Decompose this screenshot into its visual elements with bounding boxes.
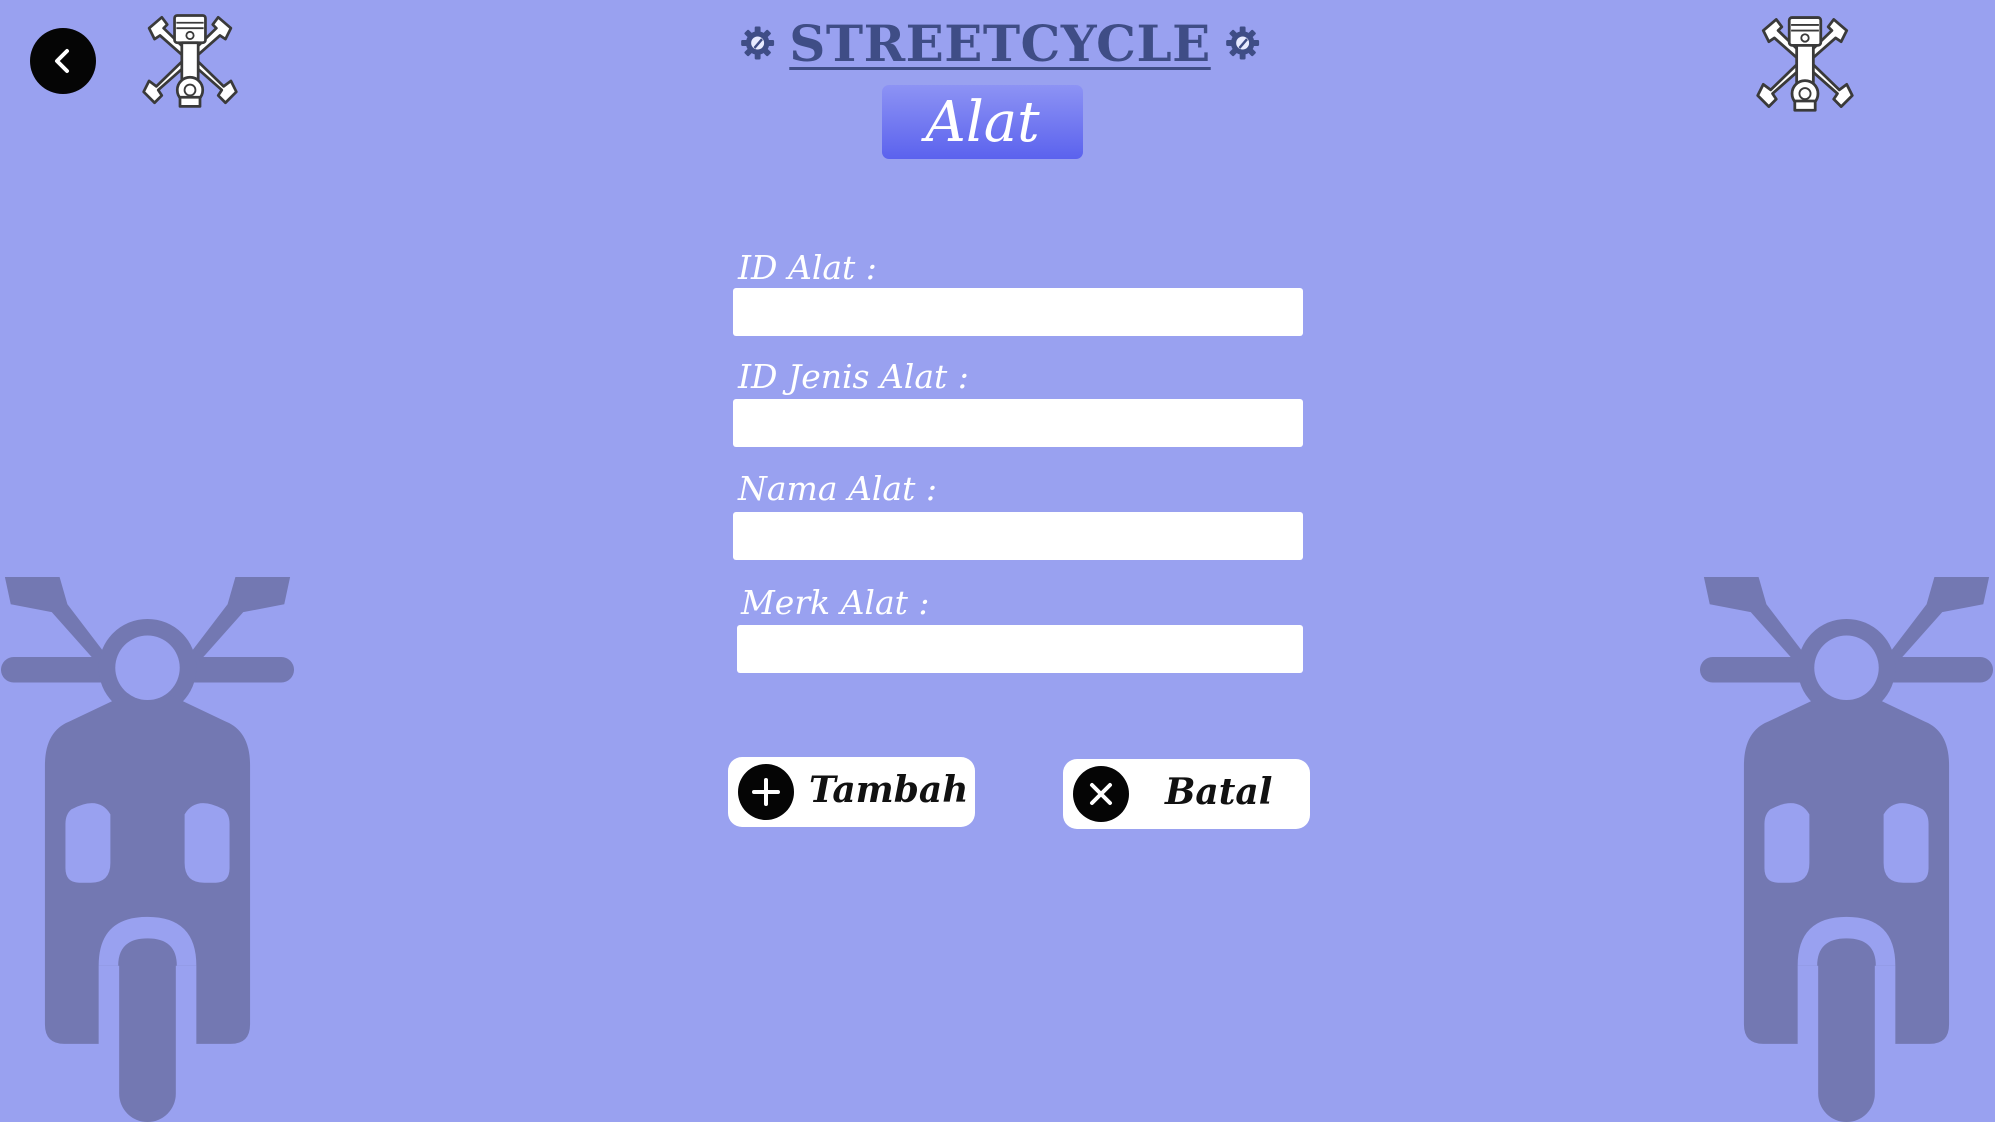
gear-icon xyxy=(740,15,775,71)
piston-wrench-icon xyxy=(135,10,245,110)
chevron-left-icon xyxy=(55,49,69,73)
plus-icon xyxy=(738,764,794,820)
add-button[interactable]: Tambah xyxy=(728,757,975,827)
brand-header: STREETCYCLE xyxy=(740,8,1260,78)
page-title-badge: Alat xyxy=(882,85,1083,159)
merk-alat-input[interactable] xyxy=(737,625,1303,673)
id-jenis-alat-label: ID Jenis Alat : xyxy=(738,357,969,396)
id-alat-input[interactable] xyxy=(733,288,1303,336)
scooter-icon xyxy=(1698,575,1995,1122)
id-jenis-alat-input[interactable] xyxy=(733,399,1303,447)
nama-alat-label: Nama Alat : xyxy=(738,469,937,508)
cancel-button[interactable]: Batal xyxy=(1063,759,1310,829)
scooter-icon xyxy=(0,575,295,1122)
id-alat-label: ID Alat : xyxy=(738,248,877,287)
gear-icon xyxy=(1225,15,1260,71)
nama-alat-input[interactable] xyxy=(733,512,1303,560)
back-button[interactable] xyxy=(30,28,96,94)
merk-alat-label: Merk Alat : xyxy=(741,583,930,622)
piston-wrench-icon xyxy=(1750,12,1860,114)
add-button-label: Tambah xyxy=(809,769,969,811)
page-title: Alat xyxy=(925,89,1040,155)
cancel-button-label: Batal xyxy=(1165,771,1273,813)
close-icon xyxy=(1073,766,1129,822)
app-title: STREETCYCLE xyxy=(789,13,1211,73)
